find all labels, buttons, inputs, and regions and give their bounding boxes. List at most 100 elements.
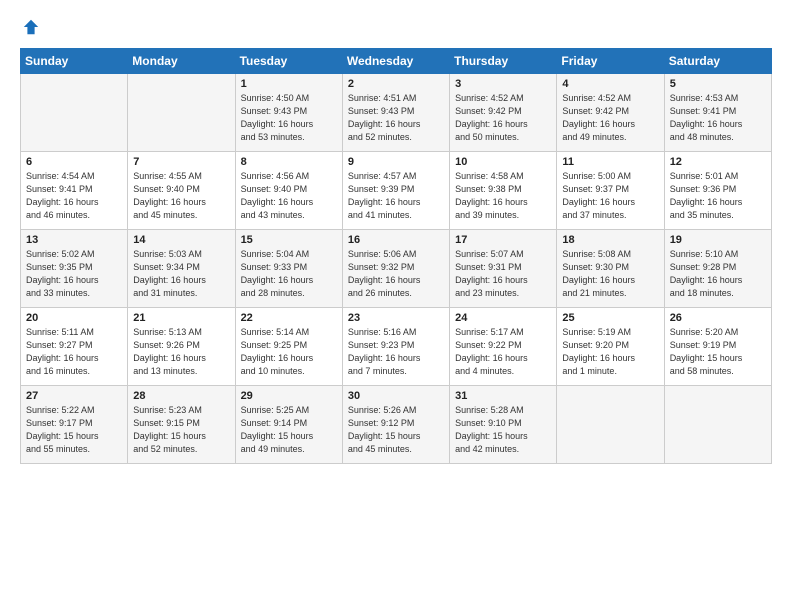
day-cell: 25 Sunrise: 5:19 AM Sunset: 9:20 PM Dayli… bbox=[557, 308, 664, 386]
day-info: Sunrise: 4:52 AM Sunset: 9:42 PM Dayligh… bbox=[562, 92, 658, 144]
day-number: 16 bbox=[348, 234, 444, 246]
day-info: Sunrise: 4:51 AM Sunset: 9:43 PM Dayligh… bbox=[348, 92, 444, 144]
day-cell: 10 Sunrise: 4:58 AM Sunset: 9:38 PM Dayli… bbox=[450, 152, 557, 230]
day-info: Sunrise: 5:08 AM Sunset: 9:30 PM Dayligh… bbox=[562, 248, 658, 300]
day-cell: 22 Sunrise: 5:14 AM Sunset: 9:25 PM Dayli… bbox=[235, 308, 342, 386]
day-cell: 21Sunrise: 5:13 AM Sunset: 9:26 PM Dayli… bbox=[128, 308, 235, 386]
day-number: 25 bbox=[562, 312, 658, 324]
header bbox=[20, 18, 772, 36]
day-number: 28 bbox=[133, 390, 229, 402]
day-number: 22 bbox=[241, 312, 337, 324]
day-cell bbox=[128, 74, 235, 152]
day-info: Sunrise: 5:00 AM Sunset: 9:37 PM Dayligh… bbox=[562, 170, 658, 222]
day-number: 26 bbox=[670, 312, 766, 324]
day-cell: 9 Sunrise: 4:57 AM Sunset: 9:39 PM Daylig… bbox=[342, 152, 449, 230]
day-cell: 28 Sunrise: 5:23 AM Sunset: 9:15 PM Dayli… bbox=[128, 386, 235, 464]
day-cell: 14 Sunrise: 5:03 AM Sunset: 9:34 PM Dayli… bbox=[128, 230, 235, 308]
day-number: 4 bbox=[562, 78, 658, 90]
day-cell: 13 Sunrise: 5:02 AM Sunset: 9:35 PM Dayli… bbox=[21, 230, 128, 308]
day-info: Sunrise: 4:53 AM Sunset: 9:41 PM Dayligh… bbox=[670, 92, 766, 144]
day-cell: 17Sunrise: 5:07 AM Sunset: 9:31 PM Dayli… bbox=[450, 230, 557, 308]
day-cell: 8Sunrise: 4:56 AM Sunset: 9:40 PM Daylig… bbox=[235, 152, 342, 230]
col-header-thursday: Thursday bbox=[450, 49, 557, 74]
day-info: Sunrise: 5:10 AM Sunset: 9:28 PM Dayligh… bbox=[670, 248, 766, 300]
day-cell bbox=[664, 386, 771, 464]
day-number: 18 bbox=[562, 234, 658, 246]
day-number: 10 bbox=[455, 156, 551, 168]
day-info: Sunrise: 5:17 AM Sunset: 9:22 PM Dayligh… bbox=[455, 326, 551, 378]
day-cell: 16 Sunrise: 5:06 AM Sunset: 9:32 PM Dayli… bbox=[342, 230, 449, 308]
day-cell: 11 Sunrise: 5:00 AM Sunset: 9:37 PM Dayli… bbox=[557, 152, 664, 230]
day-number: 9 bbox=[348, 156, 444, 168]
day-cell: 3Sunrise: 4:52 AM Sunset: 9:42 PM Daylig… bbox=[450, 74, 557, 152]
col-header-monday: Monday bbox=[128, 49, 235, 74]
day-info: Sunrise: 5:04 AM Sunset: 9:33 PM Dayligh… bbox=[241, 248, 337, 300]
day-cell: 26 Sunrise: 5:20 AM Sunset: 9:19 PM Dayli… bbox=[664, 308, 771, 386]
week-row-2: 6Sunrise: 4:54 AM Sunset: 9:41 PM Daylig… bbox=[21, 152, 772, 230]
day-number: 5 bbox=[670, 78, 766, 90]
day-cell: 29 Sunrise: 5:25 AM Sunset: 9:14 PM Dayli… bbox=[235, 386, 342, 464]
day-number: 30 bbox=[348, 390, 444, 402]
day-number: 19 bbox=[670, 234, 766, 246]
day-info: Sunrise: 5:26 AM Sunset: 9:12 PM Dayligh… bbox=[348, 404, 444, 456]
day-cell: 6Sunrise: 4:54 AM Sunset: 9:41 PM Daylig… bbox=[21, 152, 128, 230]
day-cell: 20Sunrise: 5:11 AM Sunset: 9:27 PM Dayli… bbox=[21, 308, 128, 386]
day-number: 17 bbox=[455, 234, 551, 246]
day-info: Sunrise: 5:28 AM Sunset: 9:10 PM Dayligh… bbox=[455, 404, 551, 456]
day-info: Sunrise: 5:25 AM Sunset: 9:14 PM Dayligh… bbox=[241, 404, 337, 456]
col-header-sunday: Sunday bbox=[21, 49, 128, 74]
day-info: Sunrise: 5:02 AM Sunset: 9:35 PM Dayligh… bbox=[26, 248, 122, 300]
col-header-tuesday: Tuesday bbox=[235, 49, 342, 74]
week-row-5: 27 Sunrise: 5:22 AM Sunset: 9:17 PM Dayli… bbox=[21, 386, 772, 464]
day-cell: 18 Sunrise: 5:08 AM Sunset: 9:30 PM Dayli… bbox=[557, 230, 664, 308]
day-info: Sunrise: 4:54 AM Sunset: 9:41 PM Dayligh… bbox=[26, 170, 122, 222]
day-number: 2 bbox=[348, 78, 444, 90]
day-info: Sunrise: 4:56 AM Sunset: 9:40 PM Dayligh… bbox=[241, 170, 337, 222]
day-cell: 5 Sunrise: 4:53 AM Sunset: 9:41 PM Daylig… bbox=[664, 74, 771, 152]
header-row: SundayMondayTuesdayWednesdayThursdayFrid… bbox=[21, 49, 772, 74]
day-info: Sunrise: 5:03 AM Sunset: 9:34 PM Dayligh… bbox=[133, 248, 229, 300]
day-info: Sunrise: 5:01 AM Sunset: 9:36 PM Dayligh… bbox=[670, 170, 766, 222]
day-number: 14 bbox=[133, 234, 229, 246]
day-cell: 27 Sunrise: 5:22 AM Sunset: 9:17 PM Dayli… bbox=[21, 386, 128, 464]
day-cell: 30 Sunrise: 5:26 AM Sunset: 9:12 PM Dayli… bbox=[342, 386, 449, 464]
day-cell: 23 Sunrise: 5:16 AM Sunset: 9:23 PM Dayli… bbox=[342, 308, 449, 386]
day-cell: 7 Sunrise: 4:55 AM Sunset: 9:40 PM Daylig… bbox=[128, 152, 235, 230]
day-cell: 1 Sunrise: 4:50 AM Sunset: 9:43 PM Daylig… bbox=[235, 74, 342, 152]
day-info: Sunrise: 5:16 AM Sunset: 9:23 PM Dayligh… bbox=[348, 326, 444, 378]
day-number: 29 bbox=[241, 390, 337, 402]
day-number: 11 bbox=[562, 156, 658, 168]
day-cell: 31 Sunrise: 5:28 AM Sunset: 9:10 PM Dayli… bbox=[450, 386, 557, 464]
day-info: Sunrise: 5:06 AM Sunset: 9:32 PM Dayligh… bbox=[348, 248, 444, 300]
week-row-4: 20Sunrise: 5:11 AM Sunset: 9:27 PM Dayli… bbox=[21, 308, 772, 386]
day-number: 21 bbox=[133, 312, 229, 324]
day-number: 24 bbox=[455, 312, 551, 324]
day-info: Sunrise: 5:19 AM Sunset: 9:20 PM Dayligh… bbox=[562, 326, 658, 378]
day-number: 20 bbox=[26, 312, 122, 324]
week-row-3: 13 Sunrise: 5:02 AM Sunset: 9:35 PM Dayli… bbox=[21, 230, 772, 308]
calendar-table: SundayMondayTuesdayWednesdayThursdayFrid… bbox=[20, 48, 772, 464]
col-header-friday: Friday bbox=[557, 49, 664, 74]
day-number: 23 bbox=[348, 312, 444, 324]
day-number: 31 bbox=[455, 390, 551, 402]
day-info: Sunrise: 4:58 AM Sunset: 9:38 PM Dayligh… bbox=[455, 170, 551, 222]
day-number: 27 bbox=[26, 390, 122, 402]
day-number: 1 bbox=[241, 78, 337, 90]
col-header-saturday: Saturday bbox=[664, 49, 771, 74]
day-number: 7 bbox=[133, 156, 229, 168]
day-info: Sunrise: 4:50 AM Sunset: 9:43 PM Dayligh… bbox=[241, 92, 337, 144]
page: SundayMondayTuesdayWednesdayThursdayFrid… bbox=[0, 0, 792, 474]
day-cell bbox=[21, 74, 128, 152]
day-number: 13 bbox=[26, 234, 122, 246]
day-info: Sunrise: 4:55 AM Sunset: 9:40 PM Dayligh… bbox=[133, 170, 229, 222]
logo-icon bbox=[22, 18, 40, 36]
day-info: Sunrise: 5:23 AM Sunset: 9:15 PM Dayligh… bbox=[133, 404, 229, 456]
day-info: Sunrise: 5:14 AM Sunset: 9:25 PM Dayligh… bbox=[241, 326, 337, 378]
day-info: Sunrise: 4:57 AM Sunset: 9:39 PM Dayligh… bbox=[348, 170, 444, 222]
day-info: Sunrise: 5:22 AM Sunset: 9:17 PM Dayligh… bbox=[26, 404, 122, 456]
day-cell: 24 Sunrise: 5:17 AM Sunset: 9:22 PM Dayli… bbox=[450, 308, 557, 386]
day-info: Sunrise: 5:20 AM Sunset: 9:19 PM Dayligh… bbox=[670, 326, 766, 378]
col-header-wednesday: Wednesday bbox=[342, 49, 449, 74]
logo bbox=[20, 18, 40, 36]
day-number: 12 bbox=[670, 156, 766, 168]
